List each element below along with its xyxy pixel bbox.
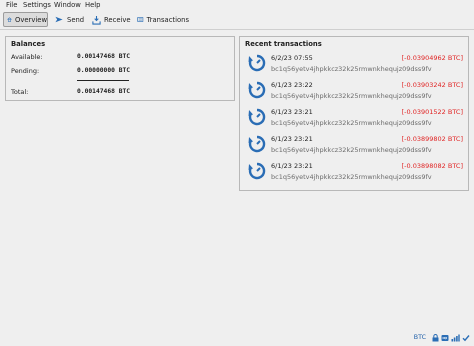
outgoing-tx-icon (248, 108, 266, 126)
tx-amount: [-0.03901522 BTC] (401, 108, 463, 116)
display-unit-button[interactable]: BTC (414, 334, 426, 341)
tx-address: bc1q56yetv4jhpkkcz32k25rmwnkhequjz09dss9… (271, 92, 432, 100)
tx-address: bc1q56yetv4jhpkkcz32k25rmwnkhequjz09dss9… (271, 173, 432, 181)
menu-bar: File Settings Window Help (0, 0, 474, 10)
balances-title: Balances (11, 40, 46, 48)
recent-transactions-panel: Recent transactions 6/2/23 07:55 [-0.039… (239, 36, 469, 191)
tx-address: bc1q56yetv4jhpkkcz32k25rmwnkhequjz09dss9… (271, 119, 432, 127)
balances-panel: Balances Available: 0.00147468 BTC Pendi… (5, 36, 235, 101)
transaction-row[interactable]: 6/2/23 07:55 [-0.03904962 BTC] bc1q56yet… (240, 51, 472, 77)
tx-amount: [-0.03904962 BTC] (401, 54, 463, 62)
tx-date: 6/1/23 23:21 (271, 108, 313, 116)
total-label: Total: (11, 88, 29, 96)
tab-send-label: Send (67, 15, 85, 24)
tab-receive[interactable]: Receive (92, 12, 132, 27)
pending-label: Pending: (11, 67, 40, 75)
tab-overview-label: Overview (15, 15, 47, 24)
tab-overview[interactable]: Overview (3, 12, 48, 27)
lock-icon[interactable] (432, 333, 439, 342)
transaction-row[interactable]: 6/1/23 23:21 [-0.03899802 BTC] bc1q56yet… (240, 132, 472, 158)
menu-settings[interactable]: Settings (23, 1, 51, 9)
tab-transactions-label: Transactions (146, 15, 189, 24)
outgoing-tx-icon (248, 81, 266, 99)
menu-file[interactable]: File (6, 1, 17, 9)
status-bar: BTC (414, 333, 470, 342)
network-icon[interactable] (451, 334, 460, 342)
tab-send[interactable]: Send (54, 12, 87, 27)
pending-value: 0.00000000 BTC (77, 67, 131, 74)
tab-receive-label: Receive (104, 15, 131, 24)
menu-window[interactable]: Window (54, 1, 81, 9)
home-icon (7, 17, 12, 22)
tx-amount: [-0.03903242 BTC] (401, 81, 463, 89)
outgoing-tx-icon (248, 135, 266, 153)
transaction-row[interactable]: 6/1/23 23:21 [-0.03898082 BTC] bc1q56yet… (240, 159, 472, 185)
transaction-row[interactable]: 6/1/23 23:22 [-0.03903242 BTC] bc1q56yet… (240, 78, 472, 104)
toolbar: Overview Send Receive Transactions (0, 10, 474, 30)
tx-address: bc1q56yetv4jhpkkcz32k25rmwnkhequjz09dss9… (271, 146, 432, 154)
outgoing-tx-icon (248, 54, 266, 72)
recent-transactions-title: Recent transactions (245, 40, 322, 48)
sync-check-icon (462, 334, 470, 341)
tx-address: bc1q56yetv4jhpkkcz32k25rmwnkhequjz09dss9… (271, 65, 432, 73)
tx-date: 6/1/23 23:21 (271, 135, 313, 143)
hd-icon (441, 334, 449, 341)
available-label: Available: (11, 53, 43, 61)
tx-date: 6/1/23 23:22 (271, 81, 313, 89)
outgoing-tx-icon (248, 162, 266, 180)
menu-help[interactable]: Help (85, 1, 101, 9)
tx-date: 6/1/23 23:21 (271, 162, 313, 170)
send-arrow-icon (55, 16, 63, 23)
transaction-row[interactable]: 6/1/23 23:21 [-0.03901522 BTC] bc1q56yet… (240, 105, 472, 131)
tx-amount: [-0.03898082 BTC] (401, 162, 463, 170)
total-value: 0.00147468 BTC (77, 88, 131, 95)
tab-transactions[interactable]: Transactions (137, 12, 189, 27)
total-separator (77, 80, 129, 81)
receive-inbox-icon (92, 15, 101, 25)
transactions-list-icon (137, 17, 144, 22)
available-value: 0.00147468 BTC (77, 53, 131, 60)
tx-amount: [-0.03899802 BTC] (401, 135, 463, 143)
tx-date: 6/2/23 07:55 (271, 54, 313, 62)
